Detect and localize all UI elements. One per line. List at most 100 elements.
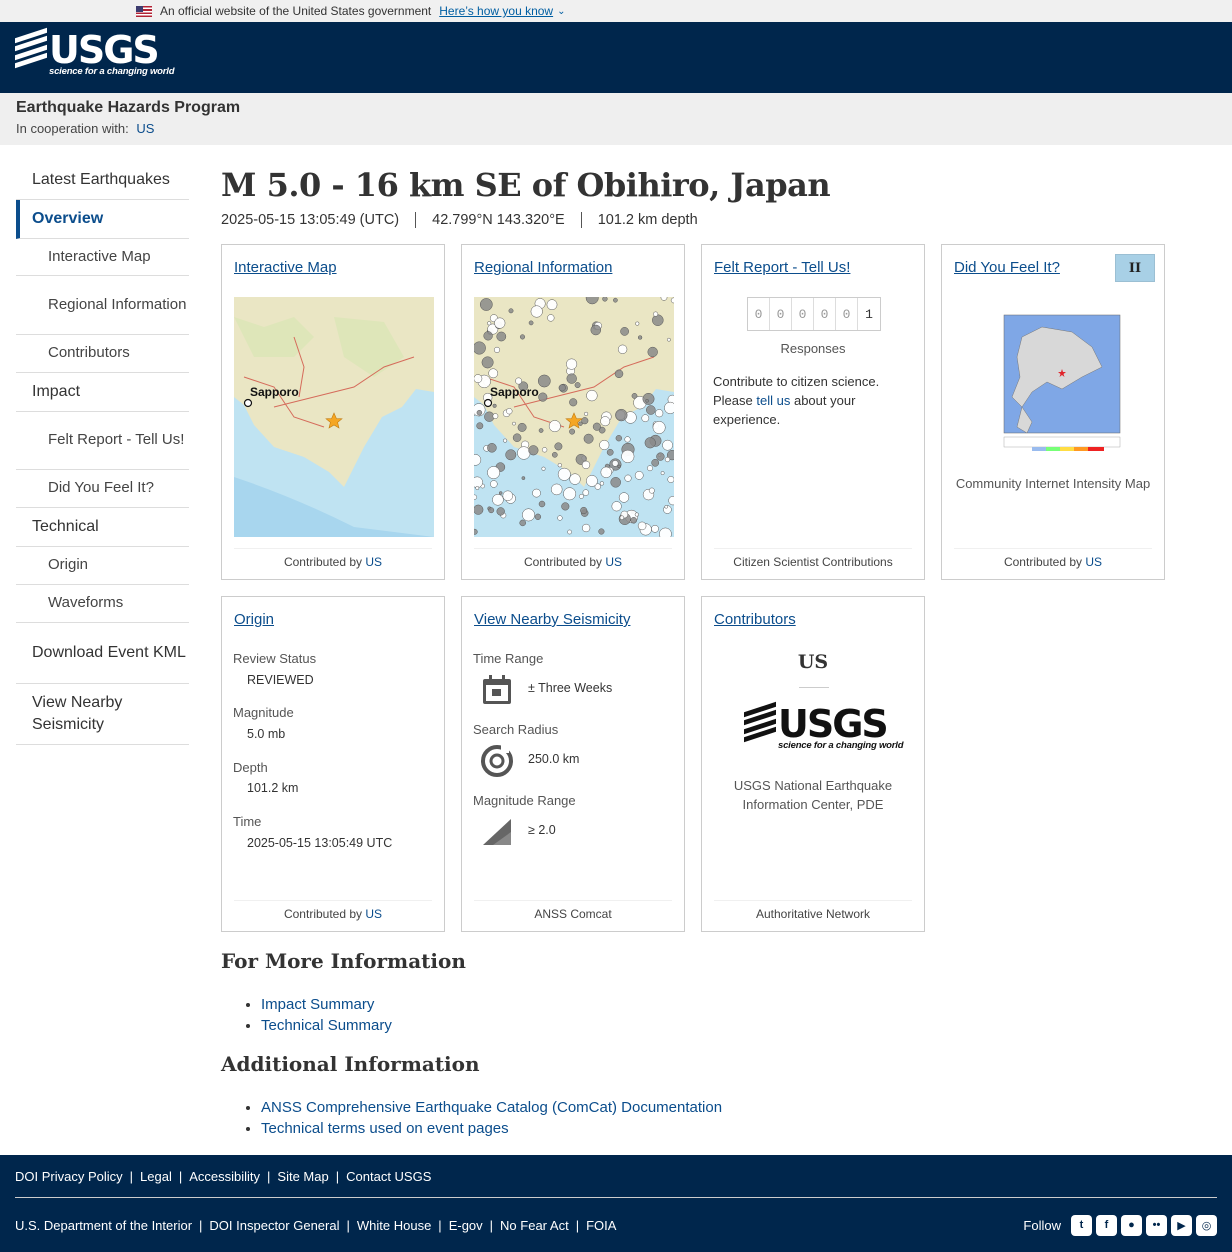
footer-contact-link[interactable]: Contact USGS	[346, 1169, 431, 1184]
dyfi-intensity-map-thumbnail[interactable]	[982, 297, 1122, 457]
contributor-name: USGS National Earthquake Information Cen…	[733, 778, 893, 812]
card-origin[interactable]: Origin Review Status REVIEWED Magnitude …	[221, 596, 445, 932]
seismicity-dot	[532, 488, 541, 498]
seismicity-dot	[581, 523, 591, 533]
nav-interactive-map[interactable]: Interactive Map	[16, 239, 189, 276]
card-felt-report-title[interactable]: Felt Report - Tell Us!	[714, 259, 850, 276]
footer-inspector-general-link[interactable]: DOI Inspector General	[209, 1218, 339, 1233]
technical-summary-link[interactable]: Technical Summary	[261, 1017, 392, 1034]
nav-regional-information[interactable]: Regional Information	[16, 276, 189, 335]
card-felt-report[interactable]: Felt Report - Tell Us! 0 0 0 0 0 1 Respo…	[701, 244, 925, 580]
card-regional-information[interactable]: Regional Information Sapporo Contributed…	[461, 244, 685, 580]
heres-how-you-know-link[interactable]: Here’s how you know	[439, 4, 553, 18]
footer-no-fear-act-link[interactable]: No Fear Act	[500, 1218, 569, 1233]
contributed-by-label: Contributed by	[1003, 555, 1083, 569]
seismicity-dot	[488, 507, 495, 514]
seismicity-dot	[614, 369, 624, 379]
nav-view-nearby-seismicity[interactable]: View Nearby Seismicity	[16, 684, 189, 745]
usgs-logo[interactable]: USGS science for a changing world	[15, 27, 1217, 77]
contributed-by-us-link[interactable]: US	[365, 555, 382, 569]
event-title: M 5.0 - 16 km SE of Obihiro, Japan	[221, 166, 831, 204]
nav-did-you-feel-it[interactable]: Did You Feel It?	[16, 470, 189, 508]
footer-privacy-link[interactable]: DOI Privacy Policy	[15, 1169, 123, 1184]
depth-value: 101.2 km	[247, 781, 299, 795]
interactive-map-thumbnail[interactable]	[234, 297, 434, 537]
flickr-icon[interactable]: ••	[1146, 1214, 1167, 1236]
coop-us-link[interactable]: US	[136, 121, 154, 136]
responses-label: Responses	[780, 341, 846, 356]
footer-sitemap-link[interactable]: Site Map	[277, 1169, 328, 1184]
time-range-value: ± Three Weeks	[528, 681, 613, 695]
seismicity-dot	[474, 494, 478, 500]
seismicity-dot	[506, 408, 513, 415]
contributed-by-us-link[interactable]: US	[605, 555, 622, 569]
seismicity-dot	[662, 439, 673, 451]
contributed-by-us-link[interactable]: US	[1085, 555, 1102, 569]
github-icon[interactable]: ●	[1121, 1214, 1142, 1236]
counter-digit: 0	[792, 298, 814, 330]
seismicity-dot	[611, 501, 622, 512]
tell-us-link[interactable]: tell us	[756, 393, 790, 408]
nav-waveforms[interactable]: Waveforms	[16, 585, 189, 623]
seismicity-dot	[481, 356, 494, 369]
twitter-icon[interactable]: t	[1071, 1214, 1092, 1236]
facebook-icon[interactable]: f	[1096, 1214, 1117, 1236]
more-info-heading: For More Information	[221, 949, 466, 973]
nav-impact[interactable]: Impact	[16, 373, 189, 412]
program-title[interactable]: Earthquake Hazards Program	[16, 99, 1216, 117]
footer-legal-link[interactable]: Legal	[140, 1169, 172, 1184]
card-nearby-title[interactable]: View Nearby Seismicity	[474, 611, 630, 628]
nav-download-kml[interactable]: Download Event KML	[16, 623, 189, 684]
seismicity-dot	[566, 358, 578, 370]
footer-foia-link[interactable]: FOIA	[586, 1218, 616, 1233]
event-time: 2025-05-15 13:05:49 (UTC)	[221, 212, 400, 228]
contributor-code: US	[797, 651, 829, 673]
comcat-documentation-link[interactable]: ANSS Comprehensive Earthquake Catalog (C…	[261, 1099, 722, 1116]
review-status-label: Review Status	[233, 651, 317, 666]
nav-contributors[interactable]: Contributors	[16, 335, 189, 373]
seismicity-dot	[551, 451, 558, 458]
card-contributors-title[interactable]: Contributors	[714, 611, 796, 628]
seismicity-dot	[600, 466, 612, 478]
nav-origin[interactable]: Origin	[16, 547, 189, 585]
seismicity-dot	[624, 436, 631, 443]
card-nearby-seismicity[interactable]: View Nearby Seismicity Time Range ± Thre…	[461, 596, 685, 932]
card-regional-title[interactable]: Regional Information	[474, 259, 612, 276]
seismicity-dot	[512, 421, 516, 426]
seismicity-dot	[581, 460, 591, 470]
impact-summary-link[interactable]: Impact Summary	[261, 996, 374, 1013]
seismicity-dot	[655, 409, 664, 418]
instagram-icon[interactable]: ◎	[1196, 1214, 1217, 1236]
regional-city-label: Sapporo	[490, 385, 539, 399]
nav-technical[interactable]: Technical	[16, 508, 189, 547]
seismicity-dot	[519, 519, 526, 527]
seismicity-dot	[496, 507, 505, 516]
seismicity-dot	[602, 297, 608, 302]
seismicity-dot	[647, 346, 658, 358]
card-did-you-feel-it[interactable]: Did You Feel It? II Community Internet I…	[941, 244, 1165, 580]
contributed-by-us-link[interactable]: US	[365, 907, 382, 921]
card-contributors[interactable]: Contributors US USGS science for a chang…	[701, 596, 925, 932]
nav-felt-report[interactable]: Felt Report - Tell Us!	[16, 412, 189, 470]
counter-digit: 0	[770, 298, 792, 330]
card-interactive-map[interactable]: Interactive Map Sapporo Contributed by U…	[221, 244, 445, 580]
card-interactive-map-title[interactable]: Interactive Map	[234, 259, 337, 276]
nav-overview[interactable]: Overview	[16, 200, 189, 239]
footer-accessibility-link[interactable]: Accessibility	[189, 1169, 260, 1184]
footer-egov-link[interactable]: E-gov	[449, 1218, 483, 1233]
youtube-icon[interactable]: ▶	[1171, 1214, 1192, 1236]
logo-word: USGS	[49, 28, 160, 72]
us-flag-icon	[136, 5, 152, 17]
seismicity-dot	[569, 428, 576, 435]
footer-white-house-link[interactable]: White House	[357, 1218, 431, 1233]
card-origin-title[interactable]: Origin	[234, 611, 274, 628]
technical-terms-link[interactable]: Technical terms used on event pages	[261, 1120, 509, 1137]
seismicity-dot	[645, 399, 649, 403]
card-dyfi-title[interactable]: Did You Feel It?	[954, 259, 1060, 276]
regional-map-thumbnail[interactable]	[474, 297, 674, 537]
usgs-waves-icon	[15, 27, 47, 69]
event-meta: 2025-05-15 13:05:49 (UTC) 42.799°N 143.3…	[221, 210, 1181, 230]
seismicity-dot	[534, 513, 542, 520]
nav-latest-earthquakes[interactable]: Latest Earthquakes	[16, 161, 189, 200]
footer-doi-link[interactable]: U.S. Department of the Interior	[15, 1218, 192, 1233]
